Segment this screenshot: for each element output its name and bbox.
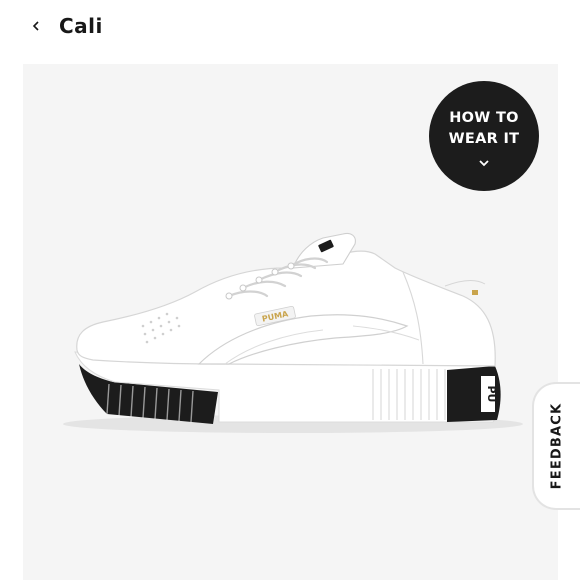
feedback-tab[interactable]: FEEDBACK bbox=[532, 382, 580, 510]
back-button[interactable]: Cali bbox=[32, 12, 103, 40]
chevron-down-icon bbox=[478, 152, 490, 167]
chevron-left-icon bbox=[32, 12, 50, 40]
how-to-wear-button[interactable]: HOW TO WEAR IT bbox=[429, 81, 539, 191]
how-to-wear-line-2: WEAR IT bbox=[448, 131, 520, 147]
heel-logo: PU bbox=[485, 386, 498, 403]
top-bar: Cali bbox=[0, 0, 580, 56]
product-page: Cali PU PUMA HOW TO WEAR IT FEEDBACK bbox=[0, 0, 580, 580]
feedback-label: FEEDBACK bbox=[549, 402, 565, 490]
how-to-wear-line-1: HOW TO bbox=[449, 110, 519, 126]
page-title: Cali bbox=[59, 14, 103, 38]
